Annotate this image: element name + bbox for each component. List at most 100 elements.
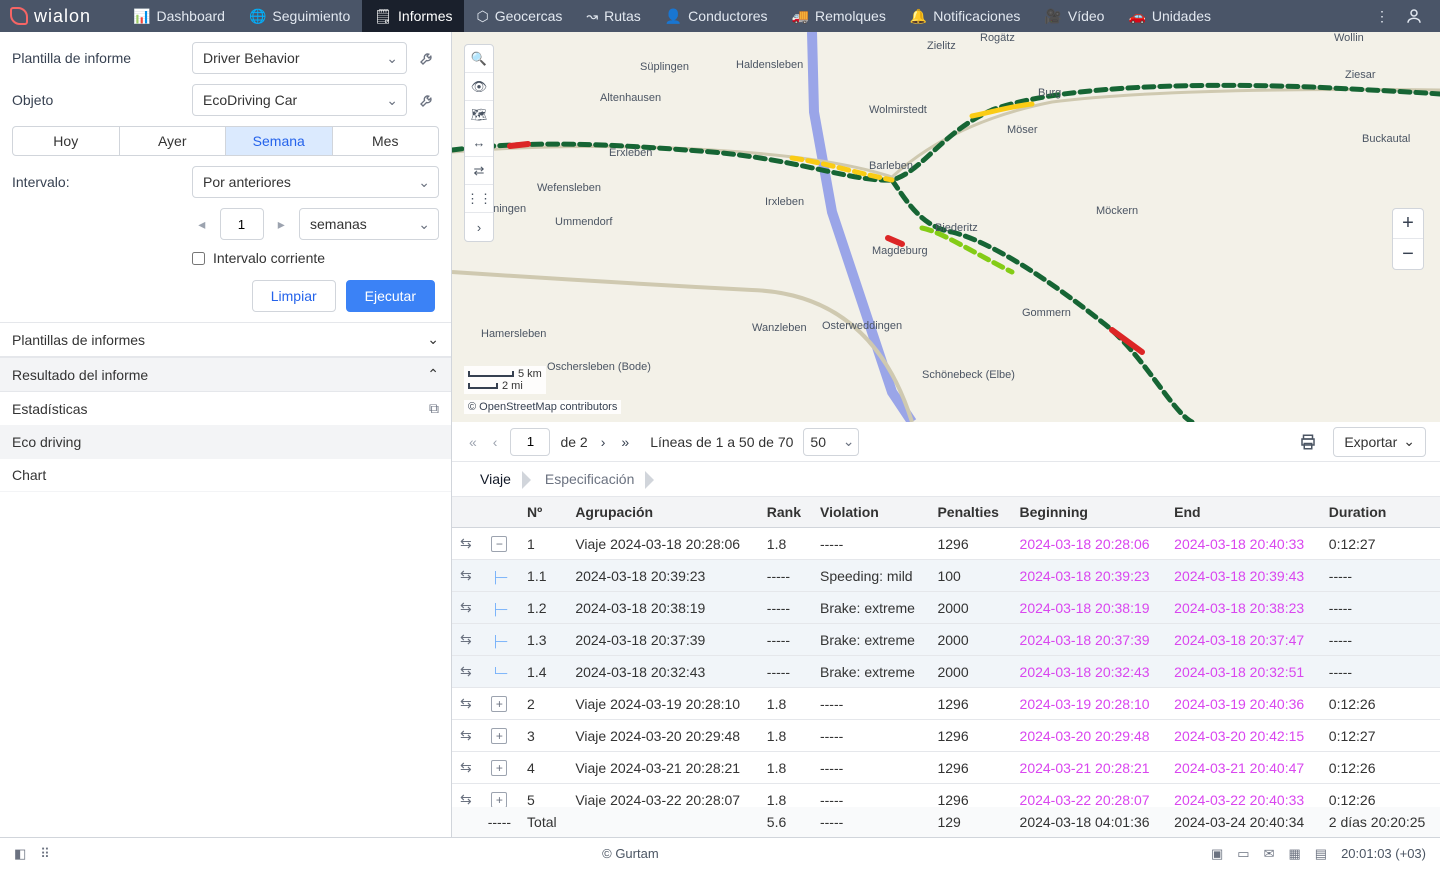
route-icon[interactable]: ⇆ [460,759,472,775]
map-measure-button[interactable]: ↔ [465,129,493,157]
layout-toggle-button[interactable]: ◧ [14,846,26,862]
interval-unit-select[interactable]: semanas ⌄ [299,208,439,240]
export-button[interactable]: Exportar ⌄ [1333,427,1426,457]
more-menu-button[interactable]: ⋮ [1366,0,1398,32]
route-icon[interactable]: ⇆ [460,599,472,615]
count-decrement-button[interactable]: ◂ [192,214,212,234]
page-last-button[interactable]: » [618,432,632,452]
apps-button[interactable]: ⠿ [40,846,50,862]
period-tab-ayer[interactable]: Ayer [120,127,227,155]
column-header[interactable]: End [1166,497,1321,528]
route-icon[interactable]: ⇆ [460,695,472,711]
end-link[interactable]: 2024-03-18 20:37:47 [1166,624,1321,656]
table-row[interactable]: ⇆+2Viaje 2024-03-19 20:28:101.8-----1296… [452,688,1440,720]
interval-type-select[interactable]: Por anteriores ⌄ [192,166,439,198]
end-link[interactable]: 2024-03-21 20:40:47 [1166,752,1321,784]
mail-icon[interactable]: ✉ [1264,846,1275,862]
period-tab-hoy[interactable]: Hoy [13,127,120,155]
interval-count-input[interactable] [220,208,264,240]
table-row[interactable]: ⇆├─1.22024-03-18 20:38:19-----Brake: ext… [452,592,1440,624]
table-row[interactable]: ⇆├─1.12024-03-18 20:39:23-----Speeding: … [452,560,1440,592]
template-settings-button[interactable] [415,46,439,70]
route-icon[interactable]: ⇆ [460,727,472,743]
beginning-link[interactable]: 2024-03-18 20:32:43 [1012,656,1167,688]
table-row[interactable]: ⇆+4Viaje 2024-03-21 20:28:211.8-----1296… [452,752,1440,784]
table-row[interactable]: ⇆├─1.32024-03-18 20:37:39-----Brake: ext… [452,624,1440,656]
end-link[interactable]: 2024-03-18 20:40:33 [1166,528,1321,560]
execute-button[interactable]: Ejecutar [346,280,435,312]
nav-item-remolques[interactable]: 🚚Remolques [780,0,898,32]
report-object-select[interactable]: EcoDriving Car ⌄ [192,84,407,116]
column-header[interactable]: Duration [1321,497,1440,528]
zoom-out-button[interactable]: − [1393,239,1423,269]
page-first-button[interactable]: « [466,432,480,452]
nav-item-dashboard[interactable]: 📊Dashboard [121,0,237,32]
beginning-link[interactable]: 2024-03-19 20:28:10 [1012,688,1167,720]
page-size-select[interactable]: 50 ⌄ [803,428,859,456]
clear-button[interactable]: Limpiar [252,280,336,312]
end-link[interactable]: 2024-03-20 20:42:15 [1166,720,1321,752]
nav-item-informes[interactable]: 🗒Informes [362,0,464,32]
section-result-header[interactable]: Resultado del informe ⌃ [0,357,451,392]
map-visibility-button[interactable]: 👁 [465,73,493,101]
section-templates-header[interactable]: Plantillas de informes ⌄ [0,322,451,357]
end-link[interactable]: 2024-03-18 20:39:43 [1166,560,1321,592]
nav-item-conductores[interactable]: 👤Conductores [653,0,780,32]
nav-item-vídeo[interactable]: 🎥Vídeo [1032,0,1116,32]
report-template-select[interactable]: Driver Behavior ⌄ [192,42,407,74]
breadcrumb-item[interactable]: Viaje [466,467,531,491]
page-prev-button[interactable]: ‹ [490,432,501,452]
route-icon[interactable]: ⇆ [460,567,472,583]
beginning-link[interactable]: 2024-03-21 20:28:21 [1012,752,1167,784]
zoom-in-button[interactable]: + [1393,209,1423,239]
expand-button[interactable]: + [491,696,507,712]
column-header[interactable]: Rank [759,497,812,528]
route-icon[interactable]: ⇆ [460,663,472,679]
card-icon[interactable]: ▭ [1237,846,1249,862]
column-header[interactable]: Agrupación [567,497,758,528]
end-link[interactable]: 2024-03-18 20:32:51 [1166,656,1321,688]
beginning-link[interactable]: 2024-03-18 20:39:23 [1012,560,1167,592]
popup-icon[interactable]: ⧉ [429,400,439,417]
map-tracks-button[interactable]: ⋮⋮ [465,185,493,213]
nav-item-unidades[interactable]: 🚗Unidades [1116,0,1223,32]
breadcrumb-item[interactable]: Especificación [531,467,655,491]
report-table-scroll[interactable]: NºAgrupaciónRankViolationPenaltiesBeginn… [452,496,1440,837]
object-settings-button[interactable] [415,88,439,112]
current-interval-checkbox[interactable] [192,252,205,265]
image-icon[interactable]: ▦ [1288,846,1300,862]
page-number-input[interactable] [510,428,550,456]
end-link[interactable]: 2024-03-18 20:38:23 [1166,592,1321,624]
nav-item-geocercas[interactable]: ⬡Geocercas [464,0,574,32]
period-tab-semana[interactable]: Semana [226,127,333,155]
collapse-button[interactable]: − [491,536,507,552]
expand-button[interactable]: + [491,728,507,744]
end-link[interactable]: 2024-03-19 20:40:36 [1166,688,1321,720]
map-view[interactable]: SüplingenHaldenslebenAltenhausenErxleben… [452,32,1440,422]
map-route-button[interactable]: ⇄ [465,157,493,185]
table-row[interactable]: ⇆−1Viaje 2024-03-18 20:28:061.8-----1296… [452,528,1440,560]
route-icon[interactable]: ⇆ [460,631,472,647]
column-header[interactable]: Nº [519,497,567,528]
beginning-link[interactable]: 2024-03-18 20:28:06 [1012,528,1167,560]
route-icon[interactable]: ⇆ [460,791,472,807]
result-item[interactable]: Estadísticas⧉ [0,392,451,426]
table-row[interactable]: ⇆└─1.42024-03-18 20:32:43-----Brake: ext… [452,656,1440,688]
column-header[interactable]: Penalties [929,497,1011,528]
column-header[interactable]: Beginning [1012,497,1167,528]
nav-item-notificaciones[interactable]: 🔔Notificaciones [898,0,1033,32]
map-search-button[interactable]: 🔍 [465,45,493,73]
expand-button[interactable]: + [491,760,507,776]
grid-icon[interactable]: ▤ [1315,846,1327,862]
column-header[interactable]: Violation [812,497,929,528]
count-increment-button[interactable]: ▸ [272,214,292,234]
table-row[interactable]: ⇆+3Viaje 2024-03-20 20:29:481.8-----1296… [452,720,1440,752]
user-menu-button[interactable] [1398,0,1430,32]
route-icon[interactable]: ⇆ [460,535,472,551]
nav-item-rutas[interactable]: ↝Rutas [574,0,652,32]
result-item[interactable]: Eco driving [0,426,451,459]
map-layers-button[interactable]: 🗺 [465,101,493,129]
map-more-button[interactable]: › [465,213,493,241]
beginning-link[interactable]: 2024-03-20 20:29:48 [1012,720,1167,752]
print-button[interactable] [1293,428,1323,456]
